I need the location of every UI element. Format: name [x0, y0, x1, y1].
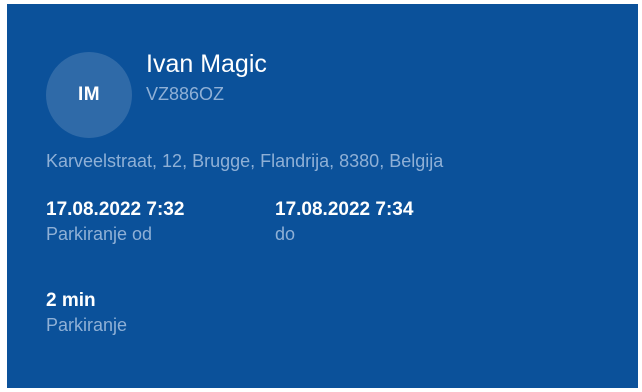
- parking-end-field: 17.08.2022 7:34 do: [275, 198, 413, 246]
- parking-start-value: 17.08.2022 7:32: [46, 199, 185, 220]
- user-name: Ivan Magic: [146, 50, 267, 78]
- parking-start-label: Parkiranje od: [46, 224, 153, 244]
- parking-duration-value: 2 min: [46, 290, 96, 311]
- parking-duration-label: Parkiranje: [46, 315, 128, 335]
- license-plate: VZ886OZ: [146, 84, 225, 104]
- parking-address: Karveelstraat, 12, Brugge, Flandrija, 83…: [46, 151, 444, 171]
- parking-start-field: 17.08.2022 7:32 Parkiranje od: [46, 198, 184, 246]
- parking-session-card: IM Ivan Magic VZ886OZ Karveelstraat, 12,…: [7, 4, 638, 388]
- parking-end-label: do: [275, 224, 296, 244]
- parking-end-value: 17.08.2022 7:34: [275, 199, 414, 220]
- parking-duration-field: 2 min Parkiranje: [46, 289, 127, 337]
- avatar-initials: IM: [77, 84, 101, 105]
- avatar: IM: [46, 52, 132, 138]
